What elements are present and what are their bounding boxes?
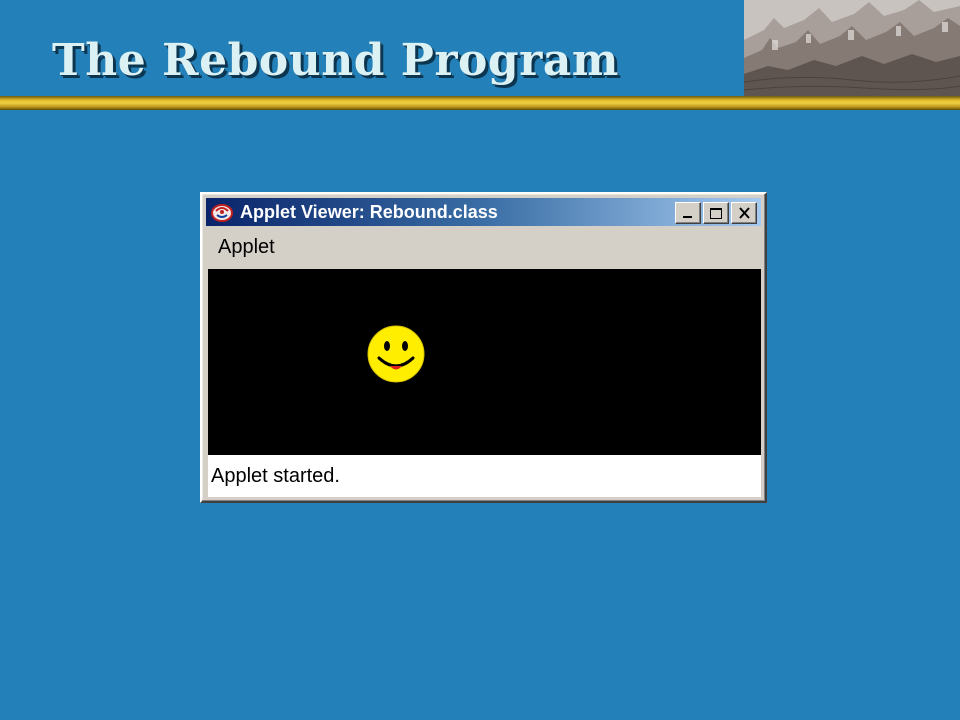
maximize-button[interactable] [703,202,729,224]
header-divider [0,96,960,110]
sand-castle-photo [744,0,960,96]
maximize-icon [710,207,722,219]
smiley-face-icon [367,325,425,383]
close-icon [738,207,750,219]
status-text: Applet started. [211,465,340,487]
minimize-icon [683,216,692,218]
window-titlebar[interactable]: Applet Viewer: Rebound.class [206,198,761,226]
menu-applet[interactable]: Applet [218,237,275,257]
status-bar: Applet started. [208,455,761,497]
window-controls [675,202,757,224]
menu-bar: Applet [206,228,761,264]
window-title: Applet Viewer: Rebound.class [240,202,498,222]
close-button[interactable] [731,202,757,224]
applet-canvas[interactable] [208,269,761,455]
applet-viewer-window: Applet Viewer: Rebound.class Applet Appl… [200,192,767,503]
minimize-button[interactable] [675,202,701,224]
java-applet-icon [210,201,234,223]
slide-title: The Rebound Program [52,35,619,86]
